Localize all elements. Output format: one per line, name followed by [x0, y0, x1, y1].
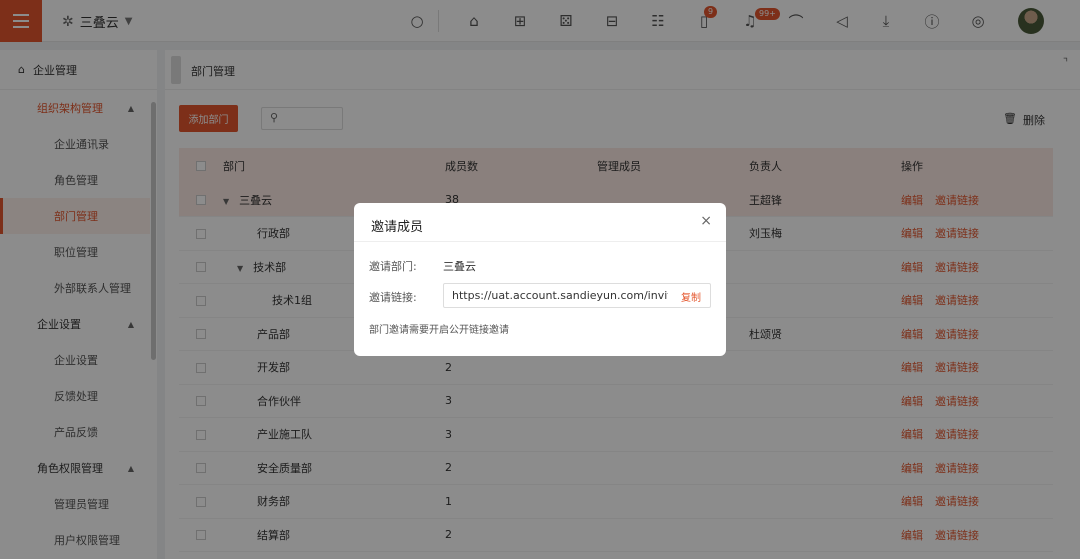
modal-hint: 部门邀请需要开启公开链接邀请: [369, 325, 509, 336]
close-icon[interactable]: ×: [700, 213, 712, 229]
modal-title: 邀请成员: [371, 220, 424, 235]
invite-link-value: https://uat.account.sandieyun.com/invite…: [452, 289, 668, 302]
link-label: 邀请链接:: [369, 291, 417, 304]
dept-value: 三叠云: [443, 260, 476, 273]
dept-label: 邀请部门:: [369, 260, 417, 273]
invite-modal: 邀请成员 × 邀请部门: 三叠云 邀请链接: https://uat.accou…: [354, 203, 726, 356]
copy-button[interactable]: 复制: [681, 289, 701, 304]
invite-link-field[interactable]: https://uat.account.sandieyun.com/invite…: [443, 283, 711, 308]
divider: [354, 241, 726, 242]
